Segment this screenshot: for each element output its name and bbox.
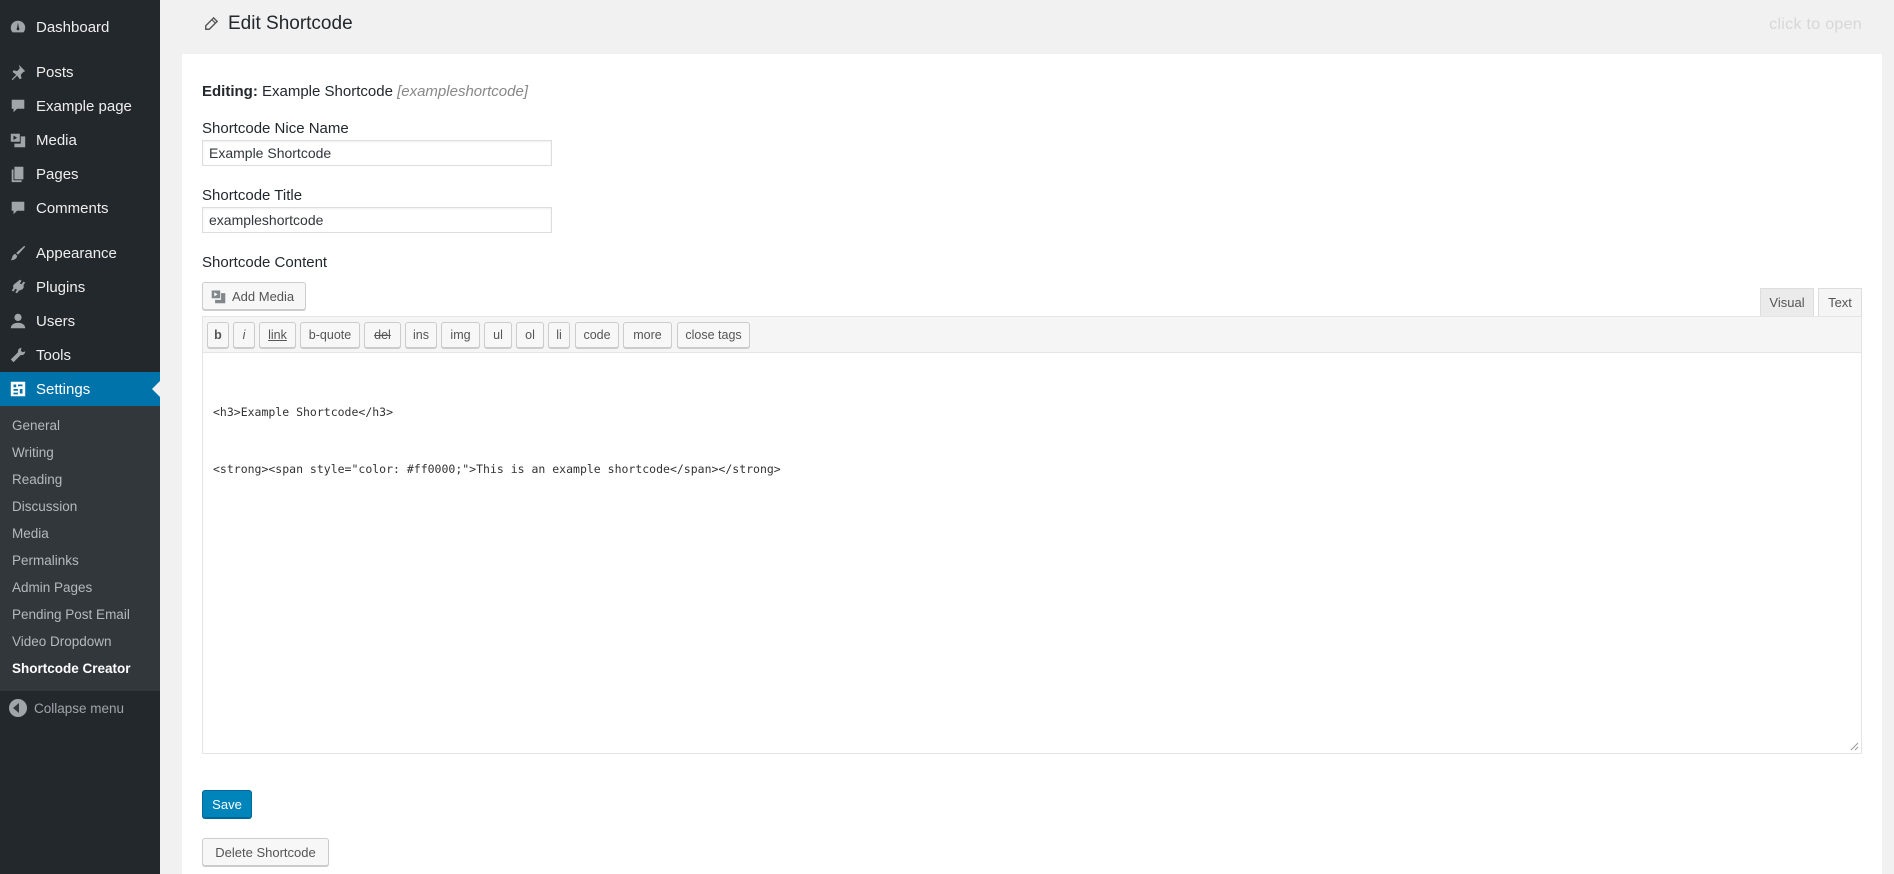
tab-text[interactable]: Text — [1818, 288, 1862, 316]
quicktags-toolbar: b i link b-quote del ins img ul ol li co… — [202, 316, 1862, 353]
qt-img-button[interactable]: img — [441, 322, 480, 348]
dashboard-icon — [0, 18, 36, 36]
qt-code-button[interactable]: code — [575, 322, 619, 348]
submenu-general[interactable]: General — [12, 418, 60, 433]
menu-label: Comments — [36, 199, 109, 217]
menu-item-settings[interactable]: Settings — [0, 372, 160, 406]
settings-submenu: General Writing Reading Discussion Media… — [0, 406, 160, 691]
qt-bold-button[interactable]: b — [207, 322, 229, 348]
add-media-button[interactable]: Add Media — [202, 282, 306, 310]
menu-item-media[interactable]: Media — [0, 123, 160, 157]
menu-label: Tools — [36, 346, 72, 364]
title-label: Shortcode Title — [202, 187, 303, 204]
content-line: <h3>Example Shortcode</h3> — [213, 405, 394, 419]
submenu-pending-post-email[interactable]: Pending Post Email — [12, 607, 130, 622]
qt-bquote-button[interactable]: b-quote — [300, 322, 360, 348]
qt-li-button[interactable]: li — [548, 322, 570, 348]
menu-item-tools[interactable]: Tools — [0, 338, 160, 372]
menu-item-dashboard[interactable]: Dashboard — [0, 10, 160, 44]
qt-ul-button[interactable]: ul — [484, 322, 512, 348]
click-to-open-hint[interactable]: click to open — [1769, 16, 1862, 34]
add-media-label: Add Media — [232, 288, 295, 304]
pages-icon — [0, 165, 36, 183]
submenu-permalinks[interactable]: Permalinks — [12, 553, 79, 568]
page-title: Edit Shortcode — [204, 13, 353, 35]
editing-slug: [exampleshortcode] — [397, 83, 528, 100]
submenu-reading[interactable]: Reading — [12, 472, 62, 487]
media-icon — [0, 131, 36, 149]
menu-label: Plugins — [36, 278, 86, 296]
page-title-text: Edit Shortcode — [228, 13, 353, 34]
menu-item-plugins[interactable]: Plugins — [0, 270, 160, 304]
menu-item-comments[interactable]: Comments — [0, 191, 160, 225]
menu-label: Settings — [36, 380, 91, 398]
menu-label: Appearance — [36, 244, 117, 262]
qt-close-tags-button[interactable]: close tags — [677, 322, 750, 348]
submenu-writing[interactable]: Writing — [12, 445, 54, 460]
qt-more-button[interactable]: more — [623, 322, 672, 348]
collapse-menu-label: Collapse menu — [34, 700, 125, 716]
submenu-admin-pages[interactable]: Admin Pages — [12, 580, 92, 595]
qt-link-button[interactable]: link — [259, 322, 296, 348]
tab-visual[interactable]: Visual — [1760, 288, 1814, 316]
submenu-discussion[interactable]: Discussion — [12, 499, 77, 514]
qt-del-button[interactable]: del — [364, 322, 401, 348]
plug-icon — [0, 278, 36, 296]
content-line: <strong><span style="color: #ff0000;">Th… — [213, 462, 781, 476]
menu-item-appearance[interactable]: Appearance — [0, 236, 160, 270]
editing-summary: Editing: Example Shortcode [exampleshort… — [202, 83, 528, 100]
nice-name-label: Shortcode Nice Name — [202, 120, 349, 137]
menu-item-pages[interactable]: Pages — [0, 157, 160, 191]
edit-shortcode-panel: Editing: Example Shortcode [exampleshort… — [182, 54, 1882, 874]
save-button[interactable]: Save — [202, 790, 252, 818]
pencil-icon — [205, 17, 218, 30]
delete-shortcode-button[interactable]: Delete Shortcode — [202, 838, 329, 866]
add-media-icon — [211, 290, 226, 303]
menu-label: Dashboard — [36, 18, 110, 36]
menu-label: Pages — [36, 165, 79, 183]
menu-item-example-page[interactable]: Example page — [0, 89, 160, 123]
title-input[interactable] — [202, 207, 552, 233]
content-label: Shortcode Content — [202, 254, 328, 271]
settings-icon — [0, 380, 36, 398]
editing-name: Example Shortcode — [262, 83, 393, 100]
menu-label: Posts — [36, 63, 74, 81]
comment-icon — [0, 199, 36, 217]
qt-ins-button[interactable]: ins — [405, 322, 437, 348]
qt-italic-button[interactable]: i — [233, 322, 255, 348]
paintbrush-icon — [0, 244, 36, 262]
submenu-shortcode-creator[interactable]: Shortcode Creator — [12, 661, 131, 676]
menu-label: Media — [36, 131, 77, 149]
pin-icon — [0, 63, 36, 81]
wrench-icon — [0, 346, 36, 364]
menu-item-users[interactable]: Users — [0, 304, 160, 338]
collapse-arrow-icon — [9, 699, 27, 717]
qt-ol-button[interactable]: ol — [516, 322, 544, 348]
menu-label: Users — [36, 312, 76, 330]
user-icon — [0, 312, 36, 330]
menu-item-posts[interactable]: Posts — [0, 55, 160, 89]
speech-bubble-icon — [0, 97, 36, 115]
menu-label: Example page — [36, 97, 132, 115]
editing-label: Editing: — [202, 83, 258, 100]
collapse-menu-button[interactable]: Collapse menu — [0, 696, 160, 720]
admin-sidebar: Dashboard Posts Example page Media Pages… — [0, 0, 160, 874]
resize-handle-icon[interactable] — [1849, 741, 1859, 751]
submenu-video-dropdown[interactable]: Video Dropdown — [12, 634, 112, 649]
nice-name-input[interactable] — [202, 140, 552, 166]
shortcode-content-textarea[interactable]: <h3>Example Shortcode</h3> <strong><span… — [202, 353, 1862, 754]
submenu-media[interactable]: Media — [12, 526, 49, 541]
